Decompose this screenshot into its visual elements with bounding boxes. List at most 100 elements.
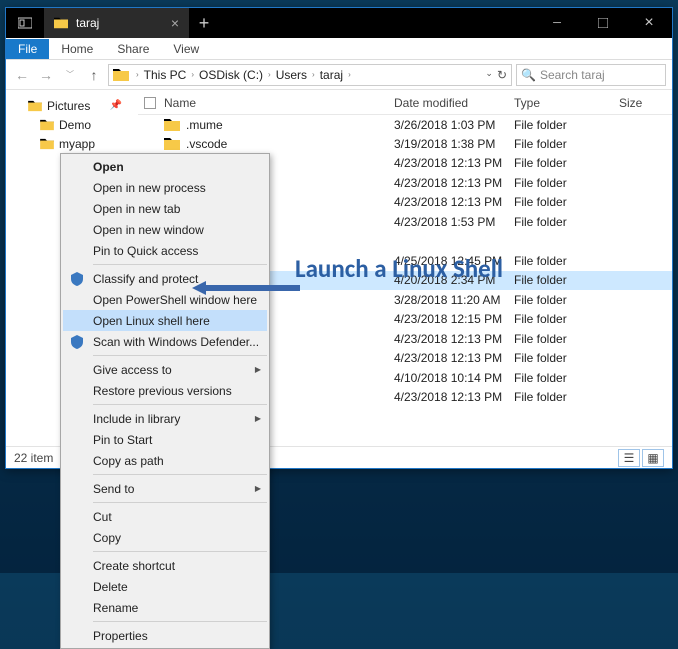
maximize-button[interactable]: [580, 8, 626, 38]
minimize-button[interactable]: ─: [534, 8, 580, 38]
view-icons-button[interactable]: ▦: [642, 449, 664, 467]
close-button[interactable]: ×: [626, 8, 672, 38]
addr-dropdown-icon[interactable]: ⌄: [485, 68, 493, 82]
search-box[interactable]: 🔍 Search taraj: [516, 64, 666, 86]
breadcrumb-seg[interactable]: This PC: [142, 68, 189, 82]
chevron-right-icon: ▶: [255, 365, 261, 374]
chevron-right-icon[interactable]: ›: [265, 70, 274, 79]
nav-up-button[interactable]: ↑: [84, 67, 104, 83]
chevron-right-icon[interactable]: ›: [188, 70, 197, 79]
col-name[interactable]: Name: [158, 92, 388, 115]
col-size[interactable]: Size: [613, 92, 672, 115]
menu-item-icon: [69, 271, 85, 287]
menu-item[interactable]: Open: [63, 156, 267, 177]
menu-item-label: Copy as path: [93, 454, 164, 468]
menu-item[interactable]: Copy: [63, 527, 267, 548]
menu-item[interactable]: Pin to Quick access: [63, 240, 267, 261]
file-date: [388, 232, 508, 252]
refresh-icon[interactable]: ↻: [497, 68, 507, 82]
breadcrumb-seg[interactable]: Users: [274, 68, 309, 82]
menu-item-label: Open Linux shell here: [93, 314, 210, 328]
ribbon-tab-view[interactable]: View: [161, 39, 211, 59]
chevron-right-icon: ▶: [255, 484, 261, 493]
menu-item-label: Pin to Quick access: [93, 244, 198, 258]
nav-back-button[interactable]: ←: [12, 67, 32, 83]
menu-item[interactable]: Open Linux shell here: [63, 310, 267, 331]
menu-separator: [93, 355, 267, 356]
file-date: 4/23/2018 1:53 PM: [388, 212, 508, 232]
ribbon-file-tab[interactable]: File: [6, 39, 49, 59]
menu-separator: [93, 502, 267, 503]
menu-item[interactable]: Give access to▶: [63, 359, 267, 380]
file-row[interactable]: .mume3/26/2018 1:03 PMFile folder: [138, 115, 672, 135]
menu-item-label: Delete: [93, 580, 128, 594]
menu-item-label: Open: [93, 160, 124, 174]
nav-recent-dropdown[interactable]: ﹀: [60, 69, 80, 80]
breadcrumb-seg[interactable]: OSDisk (C:): [197, 68, 265, 82]
file-date: 3/28/2018 11:20 AM: [388, 290, 508, 310]
menu-item[interactable]: Open in new window: [63, 219, 267, 240]
window-tab[interactable]: taraj ×: [44, 8, 189, 38]
sidebar-item[interactable]: myapp: [16, 134, 128, 153]
menu-item[interactable]: Rename: [63, 597, 267, 618]
context-menu: OpenOpen in new processOpen in new tabOp…: [60, 153, 270, 649]
tab-close-icon[interactable]: ×: [171, 15, 179, 31]
menu-item[interactable]: Scan with Windows Defender...: [63, 331, 267, 352]
folder-icon: [164, 137, 180, 151]
tab-title: taraj: [76, 16, 99, 30]
chevron-right-icon[interactable]: ›: [309, 70, 318, 79]
chevron-right-icon[interactable]: ›: [133, 70, 142, 79]
menu-item[interactable]: Pin to Start: [63, 429, 267, 450]
col-type[interactable]: Type: [508, 92, 613, 115]
new-tab-button[interactable]: +: [189, 13, 219, 34]
sidebar-item[interactable]: Pictures 📌: [16, 96, 128, 115]
menu-item[interactable]: Copy as path: [63, 450, 267, 471]
status-item-count: 22 item: [14, 451, 53, 465]
menu-item-label: Scan with Windows Defender...: [93, 335, 259, 349]
address-bar[interactable]: › This PC › OSDisk (C:) › Users › taraj …: [108, 64, 512, 86]
menu-item[interactable]: Send to▶: [63, 478, 267, 499]
menu-item[interactable]: Cut: [63, 506, 267, 527]
menu-item[interactable]: Properties: [63, 625, 267, 646]
file-row[interactable]: .vscode3/19/2018 1:38 PMFile folder: [138, 134, 672, 154]
folder-icon: [164, 118, 180, 132]
file-type: File folder: [508, 173, 613, 193]
file-date: 3/26/2018 1:03 PM: [388, 115, 508, 135]
menu-item[interactable]: Delete: [63, 576, 267, 597]
column-header-row[interactable]: Name Date modified Type Size: [138, 92, 672, 115]
menu-item[interactable]: Open in new tab: [63, 198, 267, 219]
menu-item[interactable]: Include in library ▶: [63, 408, 267, 429]
ribbon-tabs: File Home Share View: [6, 38, 672, 60]
task-view-icon[interactable]: [6, 8, 44, 38]
menu-item[interactable]: Open in new process: [63, 177, 267, 198]
file-type: File folder: [508, 251, 613, 271]
menu-item[interactable]: Restore previous versions: [63, 380, 267, 401]
menu-separator: [93, 621, 267, 622]
select-all-checkbox[interactable]: [144, 97, 156, 109]
menu-separator: [93, 551, 267, 552]
sidebar-item[interactable]: Demo: [16, 115, 128, 134]
col-date[interactable]: Date modified: [388, 92, 508, 115]
breadcrumb-seg[interactable]: taraj: [318, 68, 345, 82]
sidebar-item-label: Pictures: [47, 99, 90, 113]
chevron-right-icon: ▶: [255, 414, 261, 423]
chevron-right-icon[interactable]: ›: [345, 70, 354, 79]
search-placeholder: Search taraj: [540, 68, 605, 82]
nav-forward-button[interactable]: →: [36, 67, 56, 83]
sidebar-item-label: myapp: [59, 137, 95, 151]
folder-icon: [40, 138, 54, 150]
menu-item-label: Cut: [93, 510, 112, 524]
file-type: [508, 232, 613, 252]
menu-item-label: Include in library: [93, 412, 180, 426]
file-date: 4/10/2018 10:14 PM: [388, 368, 508, 388]
menu-item-label: Copy: [93, 531, 121, 545]
ribbon-tab-home[interactable]: Home: [49, 39, 105, 59]
titlebar: taraj × + ─ ×: [6, 8, 672, 38]
pin-icon: 📌: [110, 100, 122, 111]
file-date: 4/23/2018 12:13 PM: [388, 349, 508, 369]
file-type: File folder: [508, 329, 613, 349]
file-type: File folder: [508, 388, 613, 408]
file-type: File folder: [508, 368, 613, 388]
view-details-button[interactable]: ☰: [618, 449, 640, 467]
ribbon-tab-share[interactable]: Share: [105, 39, 161, 59]
